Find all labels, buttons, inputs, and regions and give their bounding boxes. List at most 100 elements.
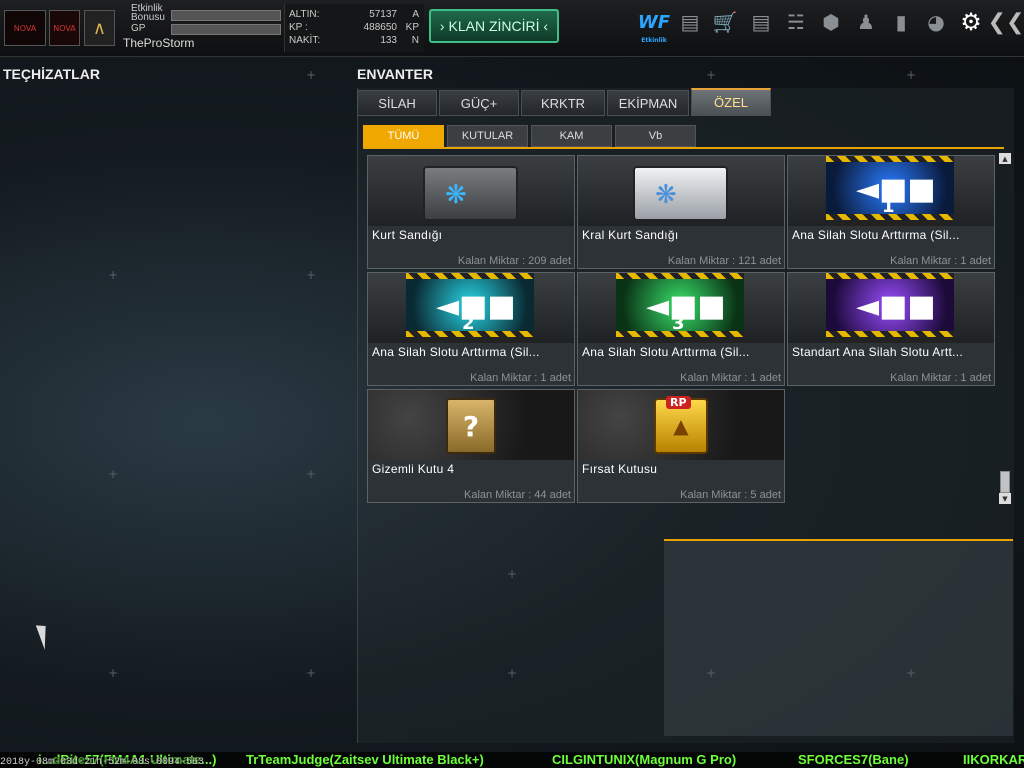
item-name: Ana Silah Slotu Arttırma (Sil... bbox=[372, 345, 540, 359]
item-name: Fırsat Kutusu bbox=[582, 462, 658, 476]
kp-label: KP : bbox=[289, 22, 308, 33]
screenshot-timestamp: 2018y-08m-03d-21h-52m-08s-0094-563 bbox=[0, 757, 205, 768]
back-icon[interactable]: ❮❮ bbox=[988, 8, 1024, 36]
plus-mark: + bbox=[108, 666, 119, 680]
etkinlik-icon[interactable]: WF Etkinlik bbox=[638, 8, 670, 45]
subtab-etc[interactable]: Vb bbox=[615, 125, 696, 147]
scroll-thumb[interactable] bbox=[1000, 471, 1010, 493]
plus-mark: + bbox=[306, 268, 317, 282]
kp-row: KP : 488650 KP bbox=[289, 22, 423, 34]
username: TheProStorm bbox=[123, 36, 195, 50]
subtab-camo[interactable]: KAM bbox=[531, 125, 612, 147]
inventory-item-card[interactable]: ◄■■ 3 Ana Silah Slotu Arttırma (Sil... K… bbox=[577, 272, 785, 386]
scroll-up-icon[interactable]: ▲ bbox=[999, 153, 1011, 164]
item-thumbnail: ◄■■ 2 bbox=[368, 273, 574, 343]
currency-panel: ALTIN: 57137 A KP : 488650 KP NAKİT: 133… bbox=[284, 4, 424, 52]
shop-cart-icon[interactable]: 🛒 bbox=[711, 8, 739, 36]
plus-mark: + bbox=[507, 567, 518, 581]
item-quantity: Kalan Miktar : 121 adet bbox=[667, 255, 781, 267]
item-thumbnail: ❋ bbox=[368, 156, 574, 226]
item-quantity: Kalan Miktar : 1 adet bbox=[470, 372, 571, 384]
item-name: Gizemli Kutu 4 bbox=[372, 462, 455, 476]
wolf-chest-icon: ❋ bbox=[423, 166, 518, 221]
opportunity-box-icon: RP ▲ bbox=[654, 396, 708, 454]
event-bonus-label-line2: Bonusu bbox=[131, 12, 165, 23]
ranking-icon[interactable]: ▤ bbox=[676, 8, 704, 36]
inventory-item-card[interactable]: ❋ Kurt Sandığı Kalan Miktar : 209 adet bbox=[367, 155, 575, 269]
cash-row: NAKİT: 133 N bbox=[289, 35, 423, 47]
plus-mark: + bbox=[507, 666, 518, 680]
top-bar: NOVA NOVA ∧ Etkinlik Bonusu GP TheProSto… bbox=[0, 0, 1024, 57]
slot-number: 3 bbox=[672, 313, 685, 334]
inventory-item-card[interactable]: ◄■■ 2 Ana Silah Slotu Arttırma (Sil... K… bbox=[367, 272, 575, 386]
clan-emblem-text: NOVA bbox=[53, 23, 76, 33]
tab-weapon[interactable]: SİLAH bbox=[357, 90, 437, 116]
inventory-item-card[interactable]: RP ▲ Fırsat Kutusu Kalan Miktar : 5 adet bbox=[577, 389, 785, 503]
slot-number: 1 bbox=[882, 196, 895, 217]
cash-label: NAKİT: bbox=[289, 35, 321, 46]
inventory-briefcase-icon[interactable]: ▤ bbox=[747, 8, 775, 36]
item-name: Kurt Sandığı bbox=[372, 228, 443, 242]
item-quantity: Kalan Miktar : 44 adet bbox=[463, 489, 571, 501]
plus-mark: + bbox=[706, 68, 717, 82]
plus-mark: + bbox=[906, 666, 917, 680]
clan-logo-text: NOVA bbox=[13, 23, 37, 33]
tab-special[interactable]: ÖZEL bbox=[691, 88, 771, 116]
inventory-scrollbar[interactable]: ▲ ▼ bbox=[999, 153, 1011, 504]
item-thumbnail: ❋ bbox=[578, 156, 784, 226]
stats-icon[interactable]: ▮ bbox=[887, 8, 915, 36]
clan-icon[interactable]: ☵ bbox=[782, 8, 810, 36]
weapon-slot-icon: ◄■■ 1 bbox=[826, 156, 954, 226]
equipment-title: TEÇHİZATLAR bbox=[3, 66, 100, 82]
globe-icon[interactable]: ◕ bbox=[922, 8, 950, 36]
mystery-box-icon: ? bbox=[446, 398, 496, 454]
item-thumbnail: ◄■■ bbox=[788, 273, 994, 343]
item-name: Kral Kurt Sandığı bbox=[582, 228, 679, 242]
plus-mark: + bbox=[706, 666, 717, 680]
chevron-right-icon: › bbox=[439, 18, 449, 34]
kp-value: 488650 bbox=[363, 22, 397, 33]
tab-equipment[interactable]: EKİPMAN bbox=[607, 90, 689, 116]
gp-label: GP bbox=[131, 23, 146, 34]
item-thumbnail: ◄■■ 3 bbox=[578, 273, 784, 343]
clan-chain-label: KLAN ZİNCİRİ bbox=[448, 18, 540, 34]
item-info-box bbox=[664, 539, 1013, 736]
ticker-item: CILGINTUNIX(Magnum G Pro) bbox=[552, 752, 737, 767]
inventory-item-card[interactable]: ◄■■ 1 Ana Silah Slotu Arttırma (Sil... K… bbox=[787, 155, 995, 269]
clan-chain-button[interactable]: › KLAN ZİNCİRİ ‹ bbox=[429, 9, 559, 43]
capsule-box-icon[interactable]: ⬢ bbox=[817, 8, 845, 36]
scroll-down-icon[interactable]: ▼ bbox=[999, 493, 1011, 504]
inventory-item-card[interactable]: ❋ Kral Kurt Sandığı Kalan Miktar : 121 a… bbox=[577, 155, 785, 269]
weapon-slot-icon: ◄■■ 2 bbox=[406, 273, 534, 343]
inventory-title: ENVANTER bbox=[357, 66, 433, 82]
plus-mark: + bbox=[108, 268, 119, 282]
gold-value: 57137 bbox=[369, 9, 397, 20]
gold-label: ALTIN: bbox=[289, 9, 320, 20]
item-quantity: Kalan Miktar : 1 adet bbox=[890, 372, 991, 384]
event-bonus-bar bbox=[171, 10, 281, 21]
plus-mark: + bbox=[108, 467, 119, 481]
kp-unit: KP bbox=[405, 22, 419, 33]
subtab-boxes[interactable]: KUTULAR bbox=[447, 125, 528, 147]
subtab-underline bbox=[363, 147, 1004, 149]
item-name: Ana Silah Slotu Arttırma (Sil... bbox=[792, 228, 960, 242]
weapon-slot-icon: ◄■■ 3 bbox=[616, 273, 744, 343]
weapon-slot-icon: ◄■■ bbox=[826, 273, 954, 343]
gold-row: ALTIN: 57137 A bbox=[289, 9, 423, 21]
mouse-cursor-icon bbox=[35, 622, 54, 650]
settings-gear-icon[interactable]: ⚙ bbox=[957, 8, 985, 36]
rp-badge: RP bbox=[666, 396, 691, 409]
item-name: Standart Ana Silah Slotu Artt... bbox=[792, 345, 964, 359]
subtab-all[interactable]: TÜMÜ bbox=[363, 125, 444, 147]
ticker-item: SFORCES7(Bane) bbox=[798, 752, 909, 767]
tab-character[interactable]: KRKTR bbox=[521, 90, 605, 116]
chevron-left-icon: ‹ bbox=[539, 18, 549, 34]
inventory-item-card[interactable]: ◄■■ Standart Ana Silah Slotu Artt... Kal… bbox=[787, 272, 995, 386]
tab-power[interactable]: GÜÇ+ bbox=[439, 90, 519, 116]
inventory-item-card[interactable]: ? Gizemli Kutu 4 Kalan Miktar : 44 adet bbox=[367, 389, 575, 503]
item-name: Ana Silah Slotu Arttırma (Sil... bbox=[582, 345, 750, 359]
clan-logo-icon: NOVA bbox=[4, 10, 46, 46]
cash-unit: N bbox=[411, 35, 419, 46]
friends-icon[interactable]: ♟ bbox=[852, 8, 880, 36]
rank-chevrons-icon: ∧ bbox=[84, 10, 115, 46]
